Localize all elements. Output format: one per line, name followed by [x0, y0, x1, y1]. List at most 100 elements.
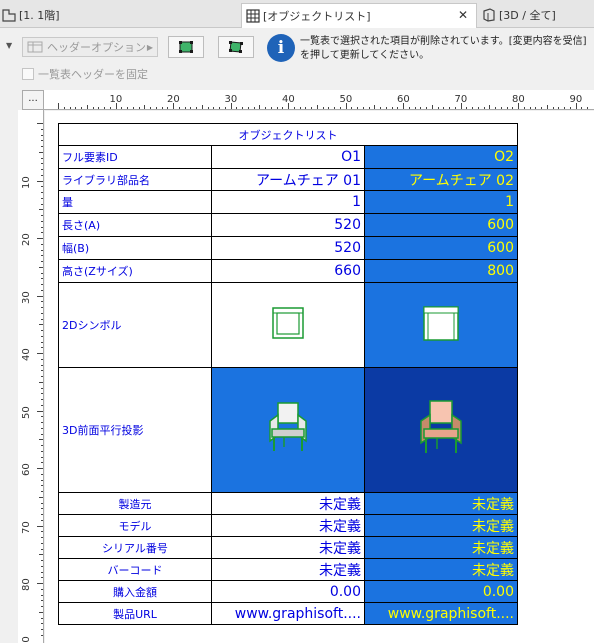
- cell-o2[interactable]: 未定義: [364, 536, 518, 559]
- ruler-label: 70: [21, 520, 32, 534]
- symbol-2d-o2[interactable]: [364, 282, 518, 368]
- cell-o1[interactable]: アームチェア 01: [211, 168, 365, 191]
- table-row[interactable]: フル要素ID O1 O2: [58, 145, 518, 169]
- row-label: ライブラリ部品名: [58, 168, 212, 191]
- projection-3d-o1[interactable]: [211, 367, 365, 493]
- ruler-tick: [207, 107, 209, 109]
- cell-o2[interactable]: 未定義: [364, 514, 518, 537]
- table-row[interactable]: 量 1 1: [58, 190, 518, 214]
- ruler-tick: [41, 376, 43, 377]
- table-row[interactable]: 製造元 未定義 未定義: [58, 492, 518, 515]
- ruler-corner-button[interactable]: ...: [22, 90, 44, 110]
- ruler-tick: [41, 128, 43, 130]
- cell-o2[interactable]: 1: [364, 190, 518, 214]
- row-label: 長さ(A): [58, 213, 212, 237]
- checkbox-box[interactable]: [22, 68, 34, 80]
- ruler-tick: [121, 107, 123, 109]
- row-label: 購入金額: [58, 580, 212, 603]
- ruler-tick: [41, 140, 43, 142]
- ruler-tick: [41, 284, 43, 285]
- projection-3d-o2[interactable]: [364, 367, 518, 493]
- ruler-label: 70: [454, 94, 468, 105]
- table-row[interactable]: 高さ(Zサイズ) 660 800: [58, 259, 518, 283]
- row-label: 幅(B): [58, 236, 212, 260]
- cell-o1[interactable]: 未定義: [211, 558, 365, 581]
- cell-o2[interactable]: O2: [364, 145, 518, 169]
- ruler-tick: [37, 410, 43, 412]
- header-option-button[interactable]: ヘッダーオプション ▶: [22, 37, 158, 57]
- table-grid-icon: [246, 9, 260, 23]
- table-row[interactable]: モデル 未定義 未定義: [58, 514, 518, 537]
- table-row[interactable]: 製品URL www.graphisoft.... www.graphisoft.…: [58, 602, 518, 625]
- cell-o1[interactable]: 0.00: [211, 580, 365, 603]
- ruler-tick: [41, 243, 43, 245]
- cell-o1[interactable]: 520: [211, 236, 365, 260]
- cell-o2[interactable]: 未定義: [364, 492, 518, 515]
- close-icon[interactable]: ✕: [458, 8, 468, 22]
- cell-o1[interactable]: www.graphisoft....: [211, 602, 365, 625]
- ruler-tick: [41, 433, 43, 435]
- select-element-button[interactable]: [168, 36, 204, 58]
- ruler-tick: [41, 261, 43, 262]
- ruler-tick: [196, 107, 197, 109]
- ruler-tick: [41, 358, 43, 360]
- table-row[interactable]: 長さ(A) 520 600: [58, 213, 518, 237]
- toolbar-menu-arrow-icon[interactable]: ▼: [6, 41, 12, 50]
- select-shape-button[interactable]: [218, 36, 254, 58]
- ruler-tick: [535, 107, 537, 109]
- ruler-tick: [420, 107, 422, 109]
- ruler-tick: [489, 105, 491, 109]
- ruler-tick: [541, 107, 542, 109]
- ruler-tick: [466, 107, 468, 109]
- ruler-tick: [41, 364, 43, 366]
- table-row[interactable]: 幅(B) 520 600: [58, 236, 518, 260]
- cell-o2[interactable]: www.graphisoft....: [364, 602, 518, 625]
- cell-o2[interactable]: アームチェア 02: [364, 168, 518, 191]
- ruler-tick: [41, 163, 43, 165]
- ruler-tick: [443, 107, 445, 109]
- ruler-label: 40: [21, 348, 32, 361]
- symbol-2d-o1[interactable]: [211, 282, 365, 368]
- ruler-tick: [276, 107, 278, 109]
- cell-o2[interactable]: 0.00: [364, 580, 518, 603]
- cell-o2[interactable]: 800: [364, 259, 518, 283]
- ruler-tick: [132, 107, 134, 109]
- cell-o1[interactable]: 未定義: [211, 514, 365, 537]
- cell-o1[interactable]: O1: [211, 145, 365, 169]
- cell-o1[interactable]: 未定義: [211, 536, 365, 559]
- info-message: 一覧表で選択された項目が削除されています。[変更内容を受信]を押して更新してくだ…: [300, 36, 587, 61]
- ruler-tick: [81, 107, 82, 109]
- ruler-tick: [41, 387, 43, 389]
- ruler-tick: [224, 107, 226, 109]
- cell-o1[interactable]: 1: [211, 190, 365, 214]
- ruler-tick: [41, 157, 43, 159]
- fix-header-checkbox[interactable]: 一覧表ヘッダーを固定: [22, 66, 148, 82]
- tab-floor-plan[interactable]: [1. 1階]: [2, 3, 238, 27]
- tab-3d-view[interactable]: [3D / 全て]: [482, 3, 594, 27]
- table-row[interactable]: バーコード 未定義 未定義: [58, 558, 518, 581]
- ruler-tick: [397, 107, 399, 109]
- ruler-tick: [41, 134, 43, 136]
- ruler-tick: [305, 107, 307, 109]
- tab-object-list[interactable]: [オブジェクトリスト] ✕: [241, 3, 477, 28]
- table-row[interactable]: 3D前面平行投影: [58, 367, 518, 493]
- ruler-tick: [569, 107, 571, 109]
- select-polygon-icon: [229, 41, 243, 53]
- cell-o2[interactable]: 600: [364, 236, 518, 260]
- ruler-tick: [37, 295, 43, 297]
- table-row[interactable]: ライブラリ部品名 アームチェア 01 アームチェア 02: [58, 168, 518, 191]
- cell-o2[interactable]: 600: [364, 213, 518, 237]
- table-row[interactable]: シリアル番号 未定義 未定義: [58, 536, 518, 559]
- cell-o1[interactable]: 660: [211, 259, 365, 283]
- ruler-tick: [41, 301, 43, 303]
- cell-o1[interactable]: 520: [211, 213, 365, 237]
- ruler-tick: [37, 123, 43, 124]
- cell-o2[interactable]: 未定義: [364, 558, 518, 581]
- cell-o1[interactable]: 未定義: [211, 492, 365, 515]
- ruler-tick: [178, 107, 180, 109]
- ruler-tick: [41, 278, 43, 280]
- table-row[interactable]: 2Dシンボル: [58, 282, 518, 368]
- armchair-3d-icon: [269, 402, 307, 451]
- table-row[interactable]: 購入金額 0.00 0.00: [58, 580, 518, 603]
- ruler-tick: [41, 232, 43, 234]
